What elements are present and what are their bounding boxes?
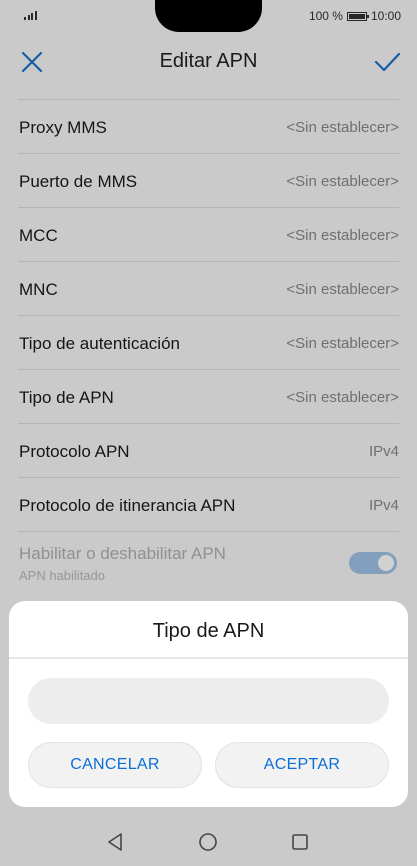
cancel-button[interactable]: CANCELAR [28,742,202,788]
apn-type-input[interactable] [28,678,389,724]
accept-button[interactable]: ACEPTAR [215,742,389,788]
dialog-title: Tipo de APN [152,620,265,642]
apn-type-dialog: Tipo de APN CANCELAR ACEPTAR [9,601,408,807]
dialog-divider [9,657,408,659]
